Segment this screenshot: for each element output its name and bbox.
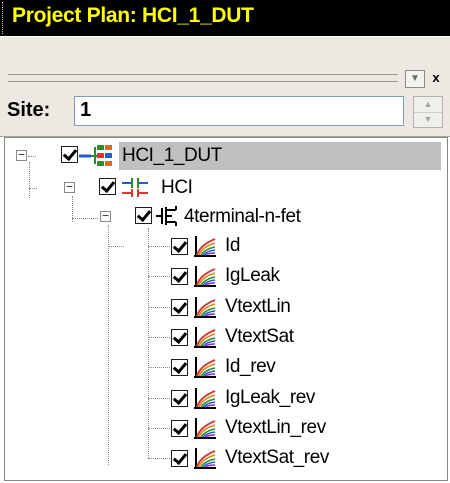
test-label[interactable]: IgLeak bbox=[225, 265, 280, 287]
test-label[interactable]: VtextSat bbox=[225, 326, 294, 348]
tree-line bbox=[148, 428, 170, 429]
spin-up-arrow-icon[interactable]: ▲ bbox=[414, 97, 442, 113]
root-label[interactable]: HCI_1_DUT bbox=[122, 145, 222, 167]
tree-line bbox=[148, 307, 170, 308]
tree-line bbox=[148, 398, 170, 399]
module-icon bbox=[122, 178, 148, 197]
tree-line bbox=[29, 162, 30, 198]
dock-close-button[interactable]: x bbox=[427, 70, 445, 86]
project-tree-icon bbox=[79, 145, 112, 166]
tree-line bbox=[29, 188, 37, 189]
test-label[interactable]: IgLeak_rev bbox=[225, 387, 315, 409]
site-label: Site: bbox=[7, 99, 51, 121]
tree-line bbox=[148, 458, 170, 459]
tree-line bbox=[148, 337, 170, 338]
test-checkbox[interactable] bbox=[171, 420, 188, 437]
dock-pin-button[interactable]: ▼ bbox=[405, 70, 425, 88]
test-label[interactable]: VtextLin bbox=[225, 296, 291, 318]
curve-plot-icon bbox=[194, 266, 216, 287]
collapse-hci-icon[interactable]: − bbox=[64, 181, 75, 193]
project-plan-titlebar: Project Plan: HCI_1_DUT bbox=[0, 0, 450, 36]
test-checkbox[interactable] bbox=[171, 359, 188, 376]
curve-plot-icon bbox=[194, 357, 216, 378]
curve-plot-icon bbox=[194, 448, 216, 469]
transistor-icon bbox=[156, 206, 177, 226]
site-selector: Site: 1 ▲ ▼ bbox=[0, 91, 450, 137]
test-checkbox[interactable] bbox=[171, 390, 188, 407]
toolbar-strip bbox=[0, 36, 450, 68]
spin-down-arrow-icon[interactable]: ▼ bbox=[414, 112, 442, 127]
device-checkbox[interactable] bbox=[135, 207, 152, 224]
tree-line bbox=[148, 367, 170, 368]
test-label[interactable]: VtextSat_rev bbox=[225, 447, 329, 469]
test-checkbox[interactable] bbox=[171, 238, 188, 255]
curve-plot-icon bbox=[194, 236, 216, 257]
site-spinner[interactable]: ▲ ▼ bbox=[413, 96, 443, 128]
curve-plot-icon bbox=[194, 418, 216, 439]
dock-bar bbox=[0, 67, 450, 91]
collapse-device-icon[interactable]: − bbox=[100, 210, 111, 222]
test-checkbox[interactable] bbox=[171, 329, 188, 346]
dock-grip[interactable] bbox=[8, 74, 398, 82]
collapse-root-icon[interactable]: − bbox=[16, 149, 27, 161]
hci-checkbox[interactable] bbox=[99, 178, 116, 195]
tree-line bbox=[148, 246, 170, 247]
tree-line bbox=[108, 225, 109, 465]
site-input[interactable]: 1 bbox=[74, 96, 404, 126]
titlebar-grip[interactable] bbox=[2, 2, 8, 34]
test-label[interactable]: VtextLin_rev bbox=[225, 417, 326, 439]
window-title: Project Plan: HCI_1_DUT bbox=[12, 4, 254, 27]
tree-line bbox=[28, 156, 36, 157]
tree-line bbox=[148, 228, 149, 458]
device-label[interactable]: 4terminal-n-fet bbox=[184, 206, 301, 228]
tree-line bbox=[72, 218, 98, 219]
tree-line bbox=[148, 276, 170, 277]
test-checkbox[interactable] bbox=[171, 450, 188, 467]
tree-line bbox=[108, 246, 124, 247]
test-checkbox[interactable] bbox=[171, 299, 188, 316]
curve-plot-icon bbox=[194, 388, 216, 409]
curve-plot-icon bbox=[194, 327, 216, 348]
test-label[interactable]: Id bbox=[225, 235, 240, 257]
test-checkbox[interactable] bbox=[171, 268, 188, 285]
test-label[interactable]: Id_rev bbox=[225, 356, 276, 378]
hci-label[interactable]: HCI bbox=[161, 177, 193, 199]
root-checkbox[interactable] bbox=[61, 146, 78, 163]
curve-plot-icon bbox=[194, 297, 216, 318]
